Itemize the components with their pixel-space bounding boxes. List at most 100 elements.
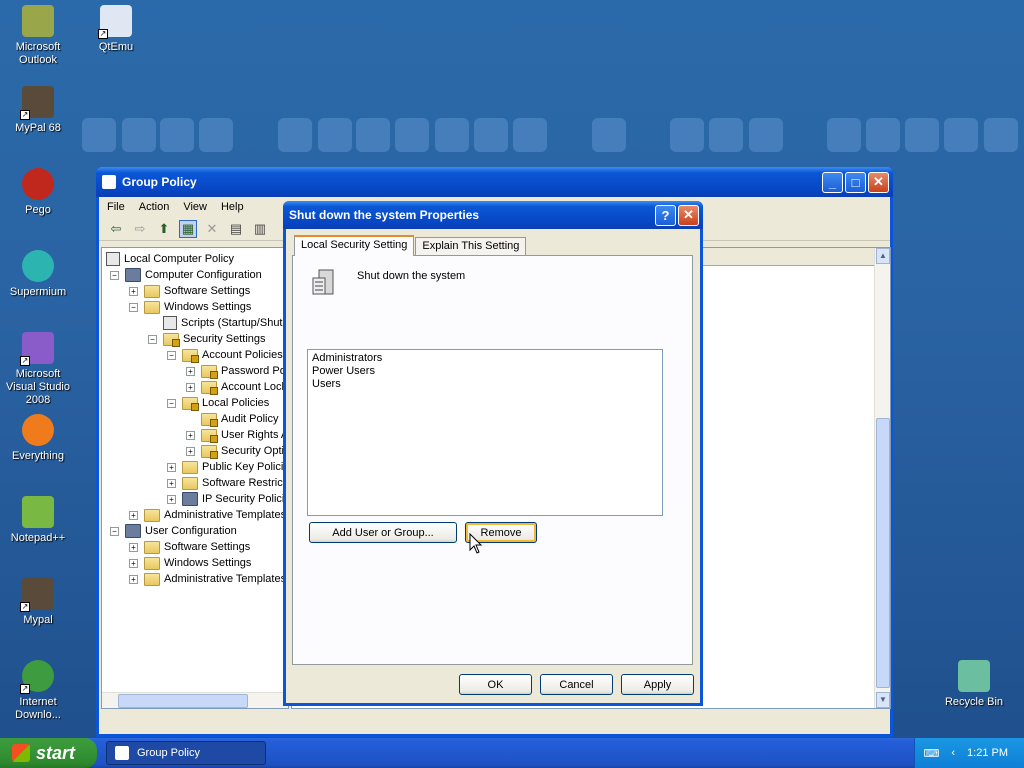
desktop-icon-label: Microsoft Outlook xyxy=(15,41,61,66)
tree-node[interactable]: + Software Settings xyxy=(129,283,250,299)
shortcut-arrow-icon: ↗ xyxy=(20,356,30,366)
tray-chevron-icon[interactable]: ‹ xyxy=(951,747,955,759)
members-listbox[interactable]: Administrators Power Users Users xyxy=(307,349,663,516)
collapse-toggle[interactable]: − xyxy=(167,350,176,360)
collapse-toggle[interactable]: − xyxy=(148,334,157,344)
dialog-titlebar[interactable]: Shut down the system Properties ? ✕ xyxy=(283,201,703,229)
shortcut-arrow-icon: ↗ xyxy=(20,684,30,694)
tree-node[interactable]: − Windows Settings xyxy=(129,299,251,315)
tree-node[interactable]: + User Rights Assignment xyxy=(186,427,288,443)
menu-action[interactable]: Action xyxy=(139,201,170,213)
tab-explain-this-setting[interactable]: Explain This Setting xyxy=(415,237,527,256)
cancel-button[interactable]: Cancel xyxy=(540,674,613,695)
back-arrow-icon[interactable]: ⇦ xyxy=(107,220,125,238)
desktop-icon-everything[interactable]: Everything xyxy=(0,414,76,463)
export-list-icon[interactable]: ▥ xyxy=(251,220,269,238)
tab-local-security-setting[interactable]: Local Security Setting xyxy=(294,235,415,256)
tree-node[interactable]: Audit Policy xyxy=(186,411,278,427)
expand-toggle[interactable]: + xyxy=(167,478,176,488)
expand-toggle[interactable]: + xyxy=(186,382,195,392)
menu-view[interactable]: View xyxy=(183,201,207,213)
add-user-or-group-button[interactable]: Add User or Group... xyxy=(309,522,457,543)
tree-node-label: Computer Configuration xyxy=(145,269,262,281)
expand-toggle[interactable]: + xyxy=(129,510,138,520)
tree-horizontal-scrollbar[interactable] xyxy=(102,692,288,708)
scroll-up-arrow-icon[interactable]: ▲ xyxy=(876,248,890,264)
desktop-icon-visual-studio[interactable]: ↗ Microsoft Visual Studio 2008 xyxy=(0,332,76,407)
desktop-icon-mypal[interactable]: ↗ Mypal xyxy=(0,578,76,627)
clock[interactable]: 1:21 PM xyxy=(967,747,1008,759)
expand-toggle[interactable]: + xyxy=(129,286,138,296)
dialog-close-button[interactable]: ✕ xyxy=(678,204,699,226)
expand-toggle[interactable]: + xyxy=(186,446,195,456)
details-vertical-scrollbar[interactable]: ▲ ▼ xyxy=(874,248,890,708)
list-item[interactable]: Users xyxy=(312,378,658,391)
expand-toggle[interactable]: + xyxy=(167,494,176,504)
desktop-icon-mypal68[interactable]: ↗ MyPal 68 xyxy=(0,86,76,135)
tree-node[interactable]: + Administrative Templates xyxy=(129,507,286,523)
desktop-icon-internet-download[interactable]: ↗ Internet Downlo... xyxy=(0,660,76,722)
tree-node[interactable]: − Local Policies xyxy=(167,395,269,411)
desktop-icon-pego[interactable]: Pego xyxy=(0,168,76,217)
tree-node[interactable]: − Computer Configuration xyxy=(110,267,262,283)
tree-node-label: Security Settings xyxy=(183,333,266,345)
expand-toggle[interactable]: + xyxy=(129,574,138,584)
desktop-icon-recycle-bin[interactable]: Recycle Bin xyxy=(936,660,1012,709)
tree-node[interactable]: + Software Restriction Policies xyxy=(167,475,288,491)
tree-node-label: IP Security Policies on Local Computer xyxy=(202,493,288,505)
properties-icon[interactable]: ▤ xyxy=(227,220,245,238)
expand-toggle[interactable]: + xyxy=(167,462,176,472)
tree-node[interactable]: + Public Key Policies xyxy=(167,459,288,475)
ok-button[interactable]: OK xyxy=(459,674,532,695)
list-item[interactable]: Power Users xyxy=(312,365,658,378)
tree-node[interactable]: Local Computer Policy xyxy=(106,251,234,267)
taskbar-item-group-policy[interactable]: Group Policy xyxy=(106,741,266,765)
tree-node[interactable]: − Account Policies xyxy=(167,347,283,363)
tree-node[interactable]: + IP Security Policies on Local Computer xyxy=(167,491,288,507)
window-titlebar[interactable]: Group Policy _ □ ✕ xyxy=(96,167,893,197)
tree-node-label: Audit Policy xyxy=(221,413,279,425)
tree-node[interactable]: − Security Settings xyxy=(148,331,266,347)
scroll-down-arrow-icon[interactable]: ▼ xyxy=(876,692,890,708)
minimize-button[interactable]: _ xyxy=(822,171,843,193)
forward-arrow-icon[interactable]: ⇨ xyxy=(131,220,149,238)
close-button[interactable]: ✕ xyxy=(868,171,889,193)
collapse-toggle[interactable]: − xyxy=(110,270,119,280)
menu-file[interactable]: File xyxy=(107,201,125,213)
tree-node[interactable]: − User Configuration xyxy=(110,523,237,539)
desktop-icon-qtemu[interactable]: ↗ QtEmu xyxy=(78,5,154,54)
tree-node[interactable]: Scripts (Startup/Shutdown) xyxy=(148,315,288,331)
tree-node[interactable]: + Software Settings xyxy=(129,539,250,555)
up-folder-icon[interactable]: ⬆ xyxy=(155,220,173,238)
tree-node[interactable]: + Windows Settings xyxy=(129,555,251,571)
tree-node[interactable]: + Account Lockout Policy xyxy=(186,379,288,395)
scroll-thumb[interactable] xyxy=(876,418,890,688)
tree-node[interactable]: + Password Policy xyxy=(186,363,289,379)
keyboard-icon[interactable]: ⌨ xyxy=(923,747,939,760)
tree-node[interactable]: + Security Options xyxy=(186,443,288,459)
expand-toggle[interactable]: + xyxy=(129,558,138,568)
expand-toggle[interactable]: + xyxy=(186,430,195,440)
desktop-icon-supermium[interactable]: Supermium xyxy=(0,250,76,299)
list-item[interactable]: Administrators xyxy=(312,352,658,365)
expand-toggle[interactable]: + xyxy=(129,542,138,552)
help-button[interactable]: ? xyxy=(655,204,676,226)
desktop-icon-outlook[interactable]: Microsoft Outlook xyxy=(0,5,76,67)
start-button[interactable]: start xyxy=(0,738,97,768)
maximize-button[interactable]: □ xyxy=(845,171,866,193)
tree-node[interactable]: + Administrative Templates xyxy=(129,571,286,587)
desktop-icon-notepadpp[interactable]: Notepad++ xyxy=(0,496,76,545)
folder-icon xyxy=(144,556,160,570)
show-hide-tree-icon[interactable]: ▦ xyxy=(179,219,197,238)
collapse-toggle[interactable]: − xyxy=(167,398,176,408)
collapse-toggle[interactable]: − xyxy=(110,526,119,536)
system-tray: ⌨ ‹ 1:21 PM xyxy=(914,738,1024,768)
delete-icon[interactable]: ✕ xyxy=(203,220,221,238)
apply-button[interactable]: Apply xyxy=(621,674,694,695)
tree-node-label: Account Policies xyxy=(202,349,283,361)
expand-toggle[interactable]: + xyxy=(186,366,195,376)
menu-help[interactable]: Help xyxy=(221,201,244,213)
collapse-toggle[interactable]: − xyxy=(129,302,138,312)
scroll-thumb[interactable] xyxy=(118,694,248,708)
tree-node-label: Password Policy xyxy=(221,365,289,377)
